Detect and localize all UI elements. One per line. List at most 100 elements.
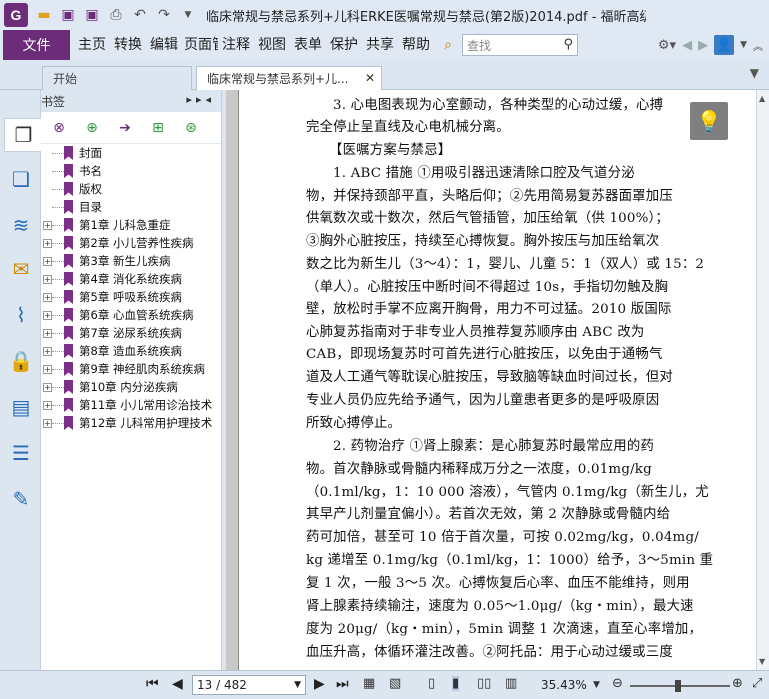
- page-dropdown-icon[interactable]: ▼: [294, 676, 301, 694]
- first-page-icon[interactable]: ⏮: [146, 676, 159, 692]
- continuous-page-icon[interactable]: ▮: [452, 676, 460, 691]
- zoom-in-icon[interactable]: ⊕: [732, 676, 743, 691]
- open-folder-icon[interactable]: ▬: [34, 5, 54, 25]
- attachments-panel-icon[interactable]: ⌇: [4, 298, 38, 332]
- new-child-bookmark-icon[interactable]: ⊞: [148, 118, 168, 138]
- lightbulb-hint-icon[interactable]: 💡: [690, 102, 728, 140]
- app-logo[interactable]: G: [4, 3, 28, 27]
- customize-dropdown-icon[interactable]: ▼: [178, 5, 198, 25]
- tab-start[interactable]: 开始: [42, 66, 192, 90]
- page-text-line: 心肺复苏指南对于非专业人员推荐复苏顺序由 ABC 改为: [306, 325, 645, 340]
- bookmark-item[interactable]: + 第5章 呼吸系统疾病: [41, 288, 221, 306]
- expand-icon[interactable]: +: [43, 418, 52, 428]
- tell-me-icon[interactable]: ⌕: [438, 35, 458, 55]
- page-number-input[interactable]: 13 / 482 ▼: [192, 675, 306, 695]
- expand-icon[interactable]: +: [43, 310, 52, 320]
- expand-icon[interactable]: +: [43, 400, 52, 410]
- expand-icon[interactable]: +: [43, 346, 52, 356]
- document-view[interactable]: 3. 心电图表现为心室颤动，各种类型的心动过缓，心搏 完全停止呈直线及心电机械分离…: [226, 90, 756, 670]
- expand-icon[interactable]: +: [43, 238, 52, 248]
- file-tab[interactable]: 文件: [3, 30, 70, 60]
- zoom-out-icon[interactable]: ⊖: [612, 676, 623, 691]
- tab-help[interactable]: 帮助: [398, 30, 434, 60]
- single-page-icon[interactable]: ▯: [428, 676, 435, 691]
- redo-icon[interactable]: ↷: [154, 5, 174, 25]
- bookmark-item[interactable]: 目录: [41, 198, 221, 216]
- panel-collapse-icon[interactable]: ▸▸◂: [186, 93, 215, 106]
- bookmark-item[interactable]: + 第12章 儿科常用护理技术: [41, 414, 221, 432]
- expand-icon[interactable]: +: [43, 364, 52, 374]
- bookmarks-panel-icon[interactable]: ❐: [4, 118, 42, 152]
- expand-icon[interactable]: +: [43, 328, 52, 338]
- comments-panel-icon[interactable]: ✉: [4, 252, 38, 286]
- undo-icon[interactable]: ↶: [130, 5, 150, 25]
- previous-page-icon[interactable]: ◀: [172, 676, 183, 692]
- more-chevron-icon[interactable]: ︽: [753, 38, 763, 53]
- tab-protect[interactable]: 保护: [326, 30, 362, 60]
- bookmark-options-icon[interactable]: ⊛: [181, 118, 201, 138]
- goto-bookmark-icon[interactable]: ➔: [115, 118, 135, 138]
- tab-convert[interactable]: 转换: [110, 30, 146, 60]
- next-icon[interactable]: ▶: [698, 38, 708, 53]
- fit-page-icon[interactable]: ▦: [363, 676, 375, 691]
- signature-panel-icon[interactable]: ✎: [4, 482, 38, 516]
- expand-icon[interactable]: +: [43, 274, 52, 284]
- tab-form[interactable]: 表单: [290, 30, 326, 60]
- bookmark-item[interactable]: + 第11章 小儿常用诊治技术: [41, 396, 221, 414]
- scroll-down-icon[interactable]: ▼: [759, 657, 765, 666]
- settings-gear-icon[interactable]: ⚙▾: [658, 38, 676, 53]
- fullscreen-icon[interactable]: ⤢: [752, 676, 762, 691]
- search-input[interactable]: 查找 ⚲: [462, 34, 578, 56]
- bookmark-item[interactable]: + 第3章 新生儿疾病: [41, 252, 221, 270]
- zoom-slider[interactable]: [630, 680, 730, 692]
- tab-document[interactable]: 临床常规与禁忌系列+儿... ✕: [196, 66, 382, 90]
- tab-page-manage[interactable]: 页面管: [182, 30, 218, 60]
- bookmark-item[interactable]: + 第9章 神经肌肉系统疾病: [41, 360, 221, 378]
- facing-pages-icon[interactable]: ▯▯: [477, 676, 491, 691]
- bookmark-item[interactable]: + 第2章 小儿营养性疾病: [41, 234, 221, 252]
- expand-icon[interactable]: +: [43, 382, 52, 392]
- tab-comment[interactable]: 注释: [218, 30, 254, 60]
- zoom-dropdown-icon[interactable]: ▼: [593, 680, 600, 690]
- previous-icon[interactable]: ◀: [682, 38, 692, 53]
- tab-home[interactable]: 主页: [74, 30, 110, 60]
- save-as-icon[interactable]: ▣: [82, 5, 102, 25]
- user-dropdown-icon[interactable]: ▼: [740, 40, 747, 50]
- scroll-up-icon[interactable]: ▲: [759, 94, 765, 103]
- search-placeholder: 查找: [467, 38, 492, 53]
- bookmark-item[interactable]: + 第6章 心血管系统疾病: [41, 306, 221, 324]
- search-icon[interactable]: ⚲: [563, 37, 573, 52]
- tab-view[interactable]: 视图: [254, 30, 290, 60]
- zoom-slider-knob[interactable]: [675, 680, 681, 692]
- bookmark-item[interactable]: 封面: [41, 144, 221, 162]
- add-bookmark-icon[interactable]: ⊕: [82, 118, 102, 138]
- continuous-facing-icon[interactable]: ▥: [505, 676, 517, 691]
- vertical-scrollbar[interactable]: ▲ ▼: [756, 90, 769, 670]
- expand-icon[interactable]: +: [43, 292, 52, 302]
- bookmark-item[interactable]: 版权: [41, 180, 221, 198]
- content-panel-icon[interactable]: ☰: [4, 436, 38, 470]
- bookmark-item[interactable]: + 第8章 造血系统疾病: [41, 342, 221, 360]
- tab-list-dropdown-icon[interactable]: ▼: [750, 66, 759, 80]
- save-icon[interactable]: ▣: [58, 5, 78, 25]
- print-icon[interactable]: ⎙: [106, 5, 126, 25]
- bookmark-item[interactable]: + 第10章 内分泌疾病: [41, 378, 221, 396]
- last-page-icon[interactable]: ⏭: [336, 676, 349, 692]
- tab-share[interactable]: 共享: [362, 30, 398, 60]
- tab-edit[interactable]: 编辑: [146, 30, 182, 60]
- layers-panel-icon[interactable]: ≋: [4, 208, 38, 242]
- bookmark-item[interactable]: 书名: [41, 162, 221, 180]
- fit-width-icon[interactable]: ▧: [389, 676, 401, 691]
- bookmark-item[interactable]: + 第4章 消化系统疾病: [41, 270, 221, 288]
- bookmark-item[interactable]: + 第7章 泌尿系统疾病: [41, 324, 221, 342]
- bookmark-item[interactable]: + 第1章 儿科急重症: [41, 216, 221, 234]
- security-panel-icon[interactable]: 🔒: [4, 344, 38, 378]
- next-page-icon[interactable]: ▶: [314, 676, 325, 692]
- delete-bookmark-icon[interactable]: ⊗: [49, 118, 69, 138]
- document-properties-icon[interactable]: ▤: [4, 390, 38, 424]
- close-tab-icon[interactable]: ✕: [365, 71, 375, 85]
- expand-icon[interactable]: +: [43, 220, 52, 230]
- pages-panel-icon[interactable]: ❏: [4, 162, 38, 196]
- expand-icon[interactable]: +: [43, 256, 52, 266]
- user-icon[interactable]: 👤: [714, 35, 735, 55]
